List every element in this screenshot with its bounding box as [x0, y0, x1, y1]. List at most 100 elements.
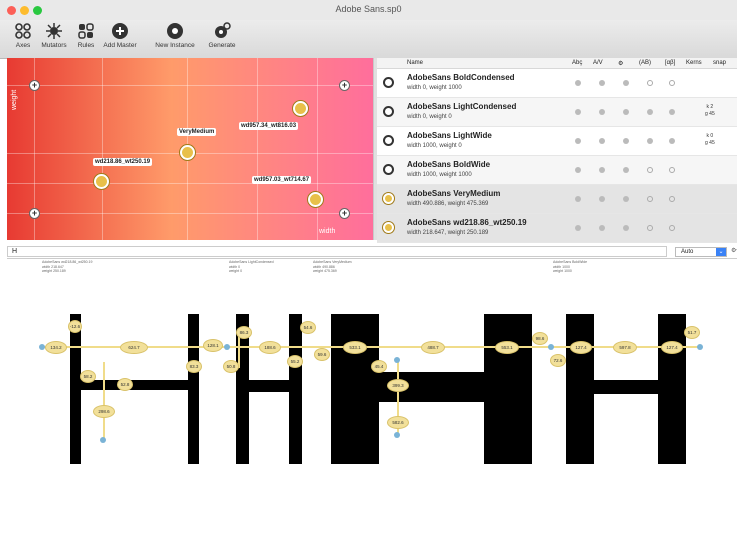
column-header[interactable]: [αβ]	[665, 60, 675, 66]
measurement-label: 86.3	[236, 326, 252, 339]
measurement-label: 399.3	[387, 379, 409, 392]
item-location: width 1000, weight 1000	[407, 172, 472, 178]
glyph-H-stem	[484, 314, 532, 464]
option-toggle[interactable]	[647, 109, 653, 115]
option-toggle[interactable]	[575, 138, 581, 144]
option-toggle[interactable]	[623, 167, 629, 173]
item-location: width 490.886, weight 475.369	[407, 201, 489, 207]
glyph-H-stem	[289, 314, 302, 464]
option-toggle[interactable]	[575, 196, 581, 202]
column-header[interactable]: Kerns	[686, 60, 702, 66]
option-toggle[interactable]	[647, 167, 653, 173]
column-header[interactable]: (AB)	[639, 60, 651, 66]
glyph-count: g 45	[705, 111, 715, 117]
option-toggle[interactable]	[623, 225, 629, 231]
measurement-label: 55.2	[287, 355, 303, 368]
measurement-label: 582.6	[387, 416, 409, 429]
option-toggle[interactable]	[669, 167, 675, 173]
column-header[interactable]: Abç	[572, 60, 582, 66]
width-axis-label: width	[319, 228, 336, 235]
instance-label: wd957.34_wt816.03	[239, 122, 299, 130]
option-toggle[interactable]	[647, 196, 653, 202]
instance-point[interactable]	[293, 101, 308, 116]
instance-point-verymedium[interactable]	[180, 145, 195, 160]
measurement-label: 298.6	[93, 405, 115, 418]
axes-button[interactable]: Axes	[10, 22, 36, 49]
list-item[interactable]: AdobeSans LightWide width 1000, weight 0…	[377, 127, 737, 156]
measurement-label: 59.6	[314, 348, 330, 361]
measurement-label: 54.6	[300, 321, 316, 334]
option-toggle[interactable]	[669, 138, 675, 144]
instance-point-wd218[interactable]	[94, 174, 109, 189]
item-name: AdobeSans BoldCondensed	[407, 73, 515, 82]
master-point-light-wide[interactable]: +	[339, 80, 350, 91]
column-header[interactable]: ⚙	[618, 60, 623, 67]
preview-toolbar: H Auto ⌄ ⚙▾	[7, 246, 737, 259]
list-item[interactable]: AdobeSans VeryMedium width 490.886, weig…	[377, 185, 737, 214]
option-toggle[interactable]	[647, 138, 653, 144]
option-toggle[interactable]	[669, 196, 675, 202]
instance-label: wd957.03_wt714.67	[252, 176, 312, 184]
master-point-light-condensed[interactable]: +	[29, 80, 40, 91]
weight-axis-label: weight	[11, 89, 18, 110]
measurement-label: 51.7	[684, 326, 700, 339]
option-toggle[interactable]	[599, 196, 605, 202]
add-master-button[interactable]: Add Master	[102, 22, 138, 49]
instance-meta: AdobeSans BoldWide width 1000 weight 100…	[553, 260, 587, 274]
option-toggle[interactable]	[623, 138, 629, 144]
option-toggle[interactable]	[647, 225, 653, 231]
list-item[interactable]: AdobeSans wd218.86_wt250.19 width 218.64…	[377, 214, 737, 243]
option-toggle[interactable]	[575, 225, 581, 231]
column-header-name[interactable]: Name	[407, 60, 423, 66]
master-point-bold-wide[interactable]: +	[339, 208, 350, 219]
mutators-button[interactable]: Mutators	[38, 22, 70, 49]
instance-label: wd218.86_wt250.19	[93, 158, 153, 166]
column-header[interactable]: snap	[713, 60, 726, 66]
option-toggle[interactable]	[599, 138, 605, 144]
new-instance-button[interactable]: New Instance	[150, 22, 200, 49]
item-location: width 1000, weight 0	[407, 143, 462, 149]
option-toggle[interactable]	[623, 109, 629, 115]
option-toggle[interactable]	[669, 80, 675, 86]
kerning-info: k 2g 45	[705, 104, 715, 118]
instance-icon	[383, 193, 394, 204]
option-toggle[interactable]	[575, 109, 581, 115]
item-location: width 0, weight 1000	[407, 85, 462, 91]
design-space-canvas[interactable]: weight width + + + + VeryMedium wd957.34…	[7, 58, 373, 240]
option-toggle[interactable]	[623, 80, 629, 86]
rules-button[interactable]: Rules	[75, 22, 97, 49]
list-item[interactable]: AdobeSans BoldWide width 1000, weight 10…	[377, 156, 737, 185]
option-toggle[interactable]	[669, 225, 675, 231]
mutators-label: Mutators	[41, 42, 67, 49]
generate-icon	[215, 22, 231, 38]
instance-meta: AdobeSans VeryMedium width 490.886 weigh…	[313, 260, 352, 274]
option-toggle[interactable]	[599, 80, 605, 86]
instance-meta: AdobeSans LightCondensed width 0 weight …	[229, 260, 274, 274]
instance-point[interactable]	[308, 192, 323, 207]
measurement-endpoint	[548, 344, 554, 350]
option-toggle[interactable]	[599, 109, 605, 115]
glyph-H-crossbar	[81, 380, 188, 390]
option-toggle[interactable]	[647, 80, 653, 86]
measurement-line	[103, 362, 105, 440]
list-item[interactable]: AdobeSans BoldCondensed width 0, weight …	[377, 69, 737, 98]
mutators-icon	[46, 23, 62, 39]
option-toggle[interactable]	[623, 196, 629, 202]
preview-text-input[interactable]: H	[7, 246, 667, 257]
measurement-label: 488.7	[421, 341, 445, 354]
option-toggle[interactable]	[669, 109, 675, 115]
generate-button[interactable]: Generate	[204, 22, 240, 49]
rules-label: Rules	[77, 42, 95, 49]
list-item[interactable]: AdobeSans LightCondensed width 0, weight…	[377, 98, 737, 127]
measurement-label: 533.1	[343, 341, 367, 354]
option-toggle[interactable]	[575, 167, 581, 173]
option-toggle[interactable]	[599, 225, 605, 231]
master-point-bold-condensed[interactable]: +	[29, 208, 40, 219]
option-toggle[interactable]	[599, 167, 605, 173]
size-select[interactable]: Auto ⌄	[675, 247, 727, 257]
option-toggle[interactable]	[575, 80, 581, 86]
column-header[interactable]: A/V	[593, 60, 603, 66]
measurement-label: 134.2	[45, 341, 67, 354]
preview-options-menu-icon[interactable]: ⚙▾	[731, 247, 737, 254]
chevron-down-icon: ⌄	[716, 248, 726, 256]
